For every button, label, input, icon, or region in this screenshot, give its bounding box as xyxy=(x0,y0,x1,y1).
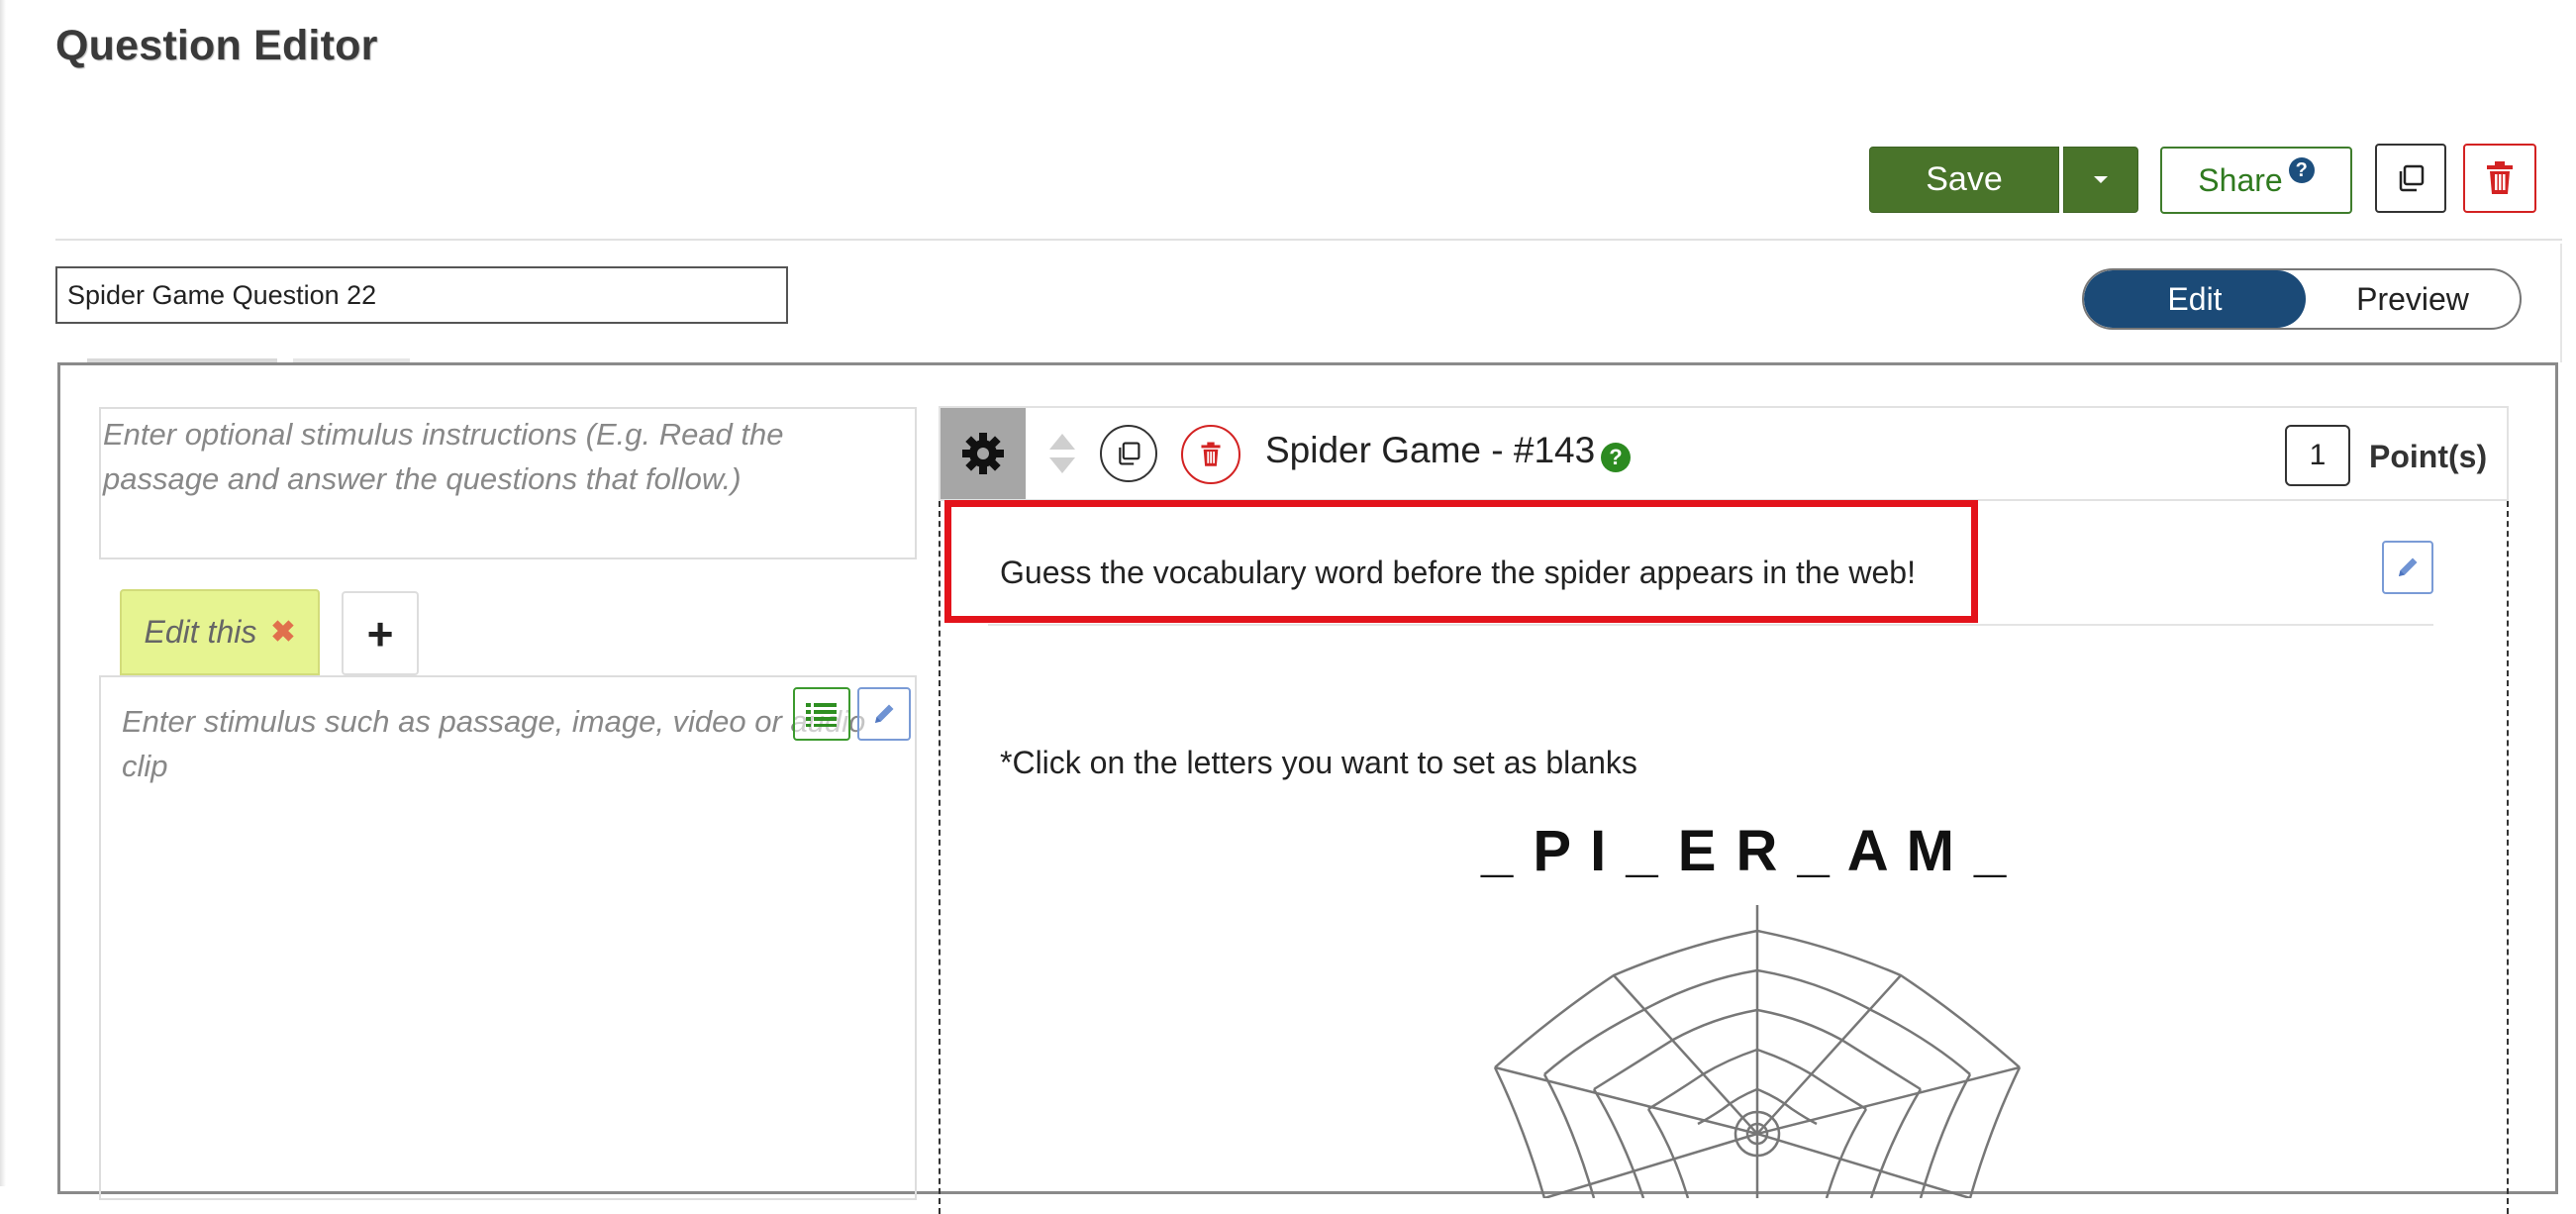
blank-letters-instruction: *Click on the letters you want to set as… xyxy=(1000,745,1637,780)
stimulus-edit-button[interactable] xyxy=(857,687,911,741)
delete-question-button[interactable] xyxy=(2463,144,2536,213)
question-header xyxy=(939,406,2509,501)
gear-icon xyxy=(962,433,1004,474)
prompt-highlight xyxy=(944,500,1978,623)
panel-border xyxy=(2560,244,2562,362)
help-icon[interactable]: ? xyxy=(1601,443,1631,472)
pencil-icon xyxy=(2399,557,2418,576)
prompt-edit-button[interactable] xyxy=(2382,541,2433,594)
question-title-input[interactable] xyxy=(55,266,788,324)
add-tab-button[interactable]: + xyxy=(342,591,419,675)
share-label: Share xyxy=(2198,161,2283,198)
share-button[interactable]: Share ? xyxy=(2160,147,2352,214)
list-icon xyxy=(806,703,837,727)
edit-preview-toggle[interactable]: Edit Preview xyxy=(2082,268,2522,330)
help-icon[interactable]: ? xyxy=(2288,157,2315,183)
stimulus-instructions-placeholder: Enter optional stimulus instructions (E.… xyxy=(103,417,784,496)
stimulus-list-button[interactable] xyxy=(793,687,850,741)
delete-item-button[interactable] xyxy=(1181,425,1240,484)
edit-mode-button[interactable]: Edit xyxy=(2084,270,2306,328)
copy-icon xyxy=(2399,164,2425,192)
question-item-title: Spider Game - #143 xyxy=(1265,430,1596,470)
toolbar-divider xyxy=(55,239,2562,241)
window-edge xyxy=(0,0,6,1186)
spider-web-icon xyxy=(1493,905,2022,1198)
duplicate-question-button[interactable] xyxy=(2375,144,2446,213)
copy-icon xyxy=(1119,442,1140,465)
save-button[interactable]: Save xyxy=(1869,147,2059,213)
duplicate-item-button[interactable] xyxy=(1100,425,1157,482)
prompt-divider xyxy=(988,624,2433,626)
stimulus-tab-label[interactable]: Edit this xyxy=(145,614,257,651)
trash-icon xyxy=(1201,442,1221,466)
save-options-button[interactable] xyxy=(2063,147,2138,213)
page-title: Question Editor xyxy=(55,22,378,69)
settings-button[interactable] xyxy=(941,408,1026,499)
points-label: Point(s) xyxy=(2369,439,2488,474)
stimulus-tab[interactable]: Edit this ✖ xyxy=(120,589,320,675)
preview-mode-button[interactable]: Preview xyxy=(2306,270,2520,328)
word-letters[interactable]: _ P I _ E R _ A M _ xyxy=(1481,818,2008,884)
pencil-icon xyxy=(875,704,894,723)
points-input[interactable]: 1 xyxy=(2285,425,2350,486)
trash-icon xyxy=(2487,161,2513,194)
caret-down-icon xyxy=(2094,175,2108,183)
close-icon[interactable]: ✖ xyxy=(270,615,295,650)
sort-arrows-icon[interactable] xyxy=(1047,432,1077,475)
